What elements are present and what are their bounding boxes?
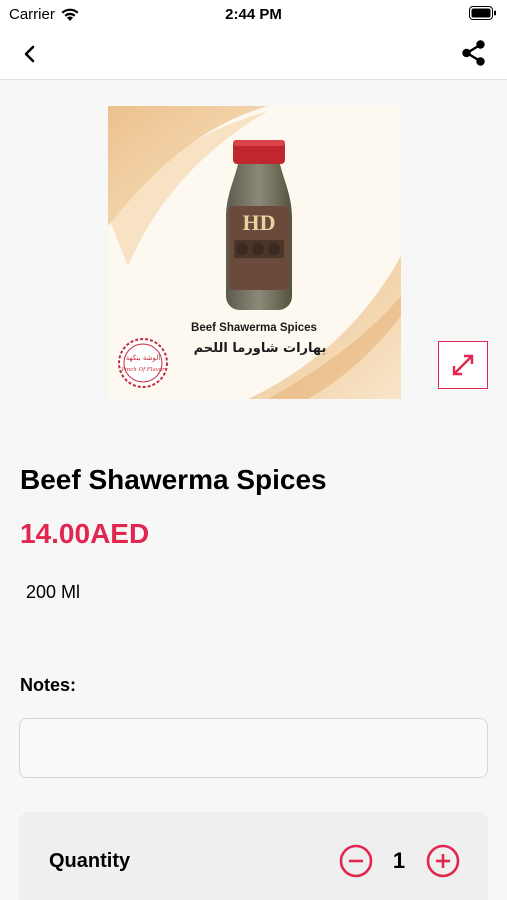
share-button[interactable] (459, 38, 489, 68)
svg-text:الوشة بنكهة: الوشة بنكهة (126, 354, 160, 362)
product-image[interactable]: HD Beef Shawerma Spices بهارات شاورما ال… (108, 106, 401, 399)
expand-arrows-icon (452, 354, 474, 376)
svg-text:بهارات شاورما اللحم: بهارات شاورما اللحم (194, 341, 327, 356)
share-icon (462, 40, 485, 66)
notes-input[interactable] (19, 718, 488, 778)
battery-icon (469, 6, 496, 20)
product-photo: HD Beef Shawerma Spices بهارات شاورما ال… (108, 106, 401, 399)
product-price: 14.00AED (20, 518, 150, 549)
svg-text:Beef Shawerma Spices: Beef Shawerma Spices (191, 322, 317, 334)
quantity-value: 1 (392, 848, 406, 873)
product-title: Beef Shawerma Spices (20, 464, 327, 495)
quantity-label: Quantity (49, 850, 131, 872)
svg-text:HD: HD (243, 210, 276, 235)
quantity-card: Quantity 1 (19, 812, 488, 900)
back-button[interactable] (16, 40, 44, 68)
decrease-quantity-button[interactable] (339, 844, 373, 878)
chevron-left-icon (24, 45, 35, 63)
expand-image-button[interactable] (438, 341, 488, 389)
status-time: 2:44 PM (225, 6, 282, 23)
svg-text:Pinch Of Flavor: Pinch Of Flavor (120, 367, 165, 373)
notes-label: Notes: (20, 675, 77, 695)
product-size: 200 Ml (26, 582, 81, 602)
navigation-bar (0, 28, 507, 80)
status-bar: Carrier 2:44 PM (0, 0, 507, 28)
increase-quantity-button[interactable] (426, 844, 460, 878)
